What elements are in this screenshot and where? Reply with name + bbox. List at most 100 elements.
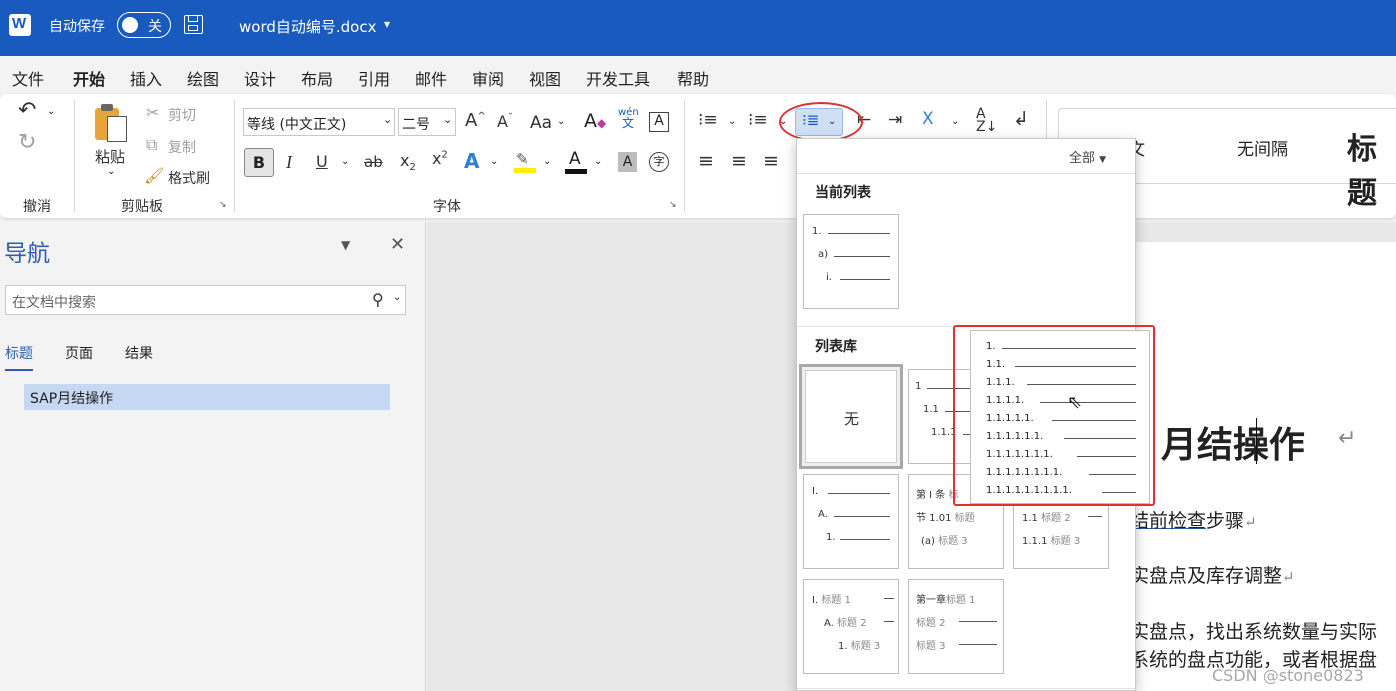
paste-button-label[interactable]: 粘贴: [95, 146, 125, 167]
asian-layout-icon[interactable]: Ⅹ: [922, 109, 934, 129]
align-center-icon[interactable]: ≡: [731, 150, 747, 172]
clipboard-launcher-icon[interactable]: ↘: [219, 200, 227, 210]
dropdown-filter[interactable]: 全部 ▼: [1069, 147, 1106, 166]
tab-layout[interactable]: 布局: [301, 66, 333, 90]
change-case-icon[interactable]: Aa: [530, 113, 552, 133]
level-prefix: 1.1.1: [1022, 536, 1048, 547]
library-item[interactable]: I. A. 1.: [803, 474, 899, 569]
align-right-icon[interactable]: ≡: [763, 150, 779, 172]
save-icon[interactable]: [184, 15, 203, 34]
font-size-select[interactable]: 二号 ⌄: [398, 108, 456, 136]
title-bar: W 自动保存 关 word自动编号.docx ▾: [0, 0, 1396, 56]
filter-label: 全部: [1069, 151, 1096, 166]
search-icon[interactable]: ⚲: [372, 290, 384, 309]
cut-icon: ✂: [146, 103, 160, 122]
nav-heading-item[interactable]: SAP月结操作: [24, 384, 390, 410]
sort-icon[interactable]: A Z↓: [976, 107, 997, 134]
tab-developer[interactable]: 开发工具: [586, 66, 650, 90]
level-prefix: I.: [812, 595, 819, 606]
text-effects-icon[interactable]: A: [464, 149, 479, 173]
autosave-label: 自动保存: [49, 19, 105, 35]
chevron-down-icon[interactable]: ⌄: [951, 116, 959, 127]
doc-line-1: 结前检查步骤↵: [1130, 506, 1257, 533]
level-label: (a) 标题 3: [921, 532, 968, 547]
tab-view[interactable]: 视图: [529, 66, 561, 90]
grow-font-icon[interactable]: A^: [465, 110, 486, 131]
nav-options-icon[interactable]: ▼: [341, 238, 350, 252]
font-size-value: 二号: [402, 117, 430, 133]
tab-review[interactable]: 审阅: [472, 66, 504, 90]
tab-help[interactable]: 帮助: [677, 66, 709, 90]
close-icon[interactable]: ✕: [390, 234, 405, 255]
library-item[interactable]: 第一章标题 1 标题 2 标题 3: [908, 579, 1004, 674]
level-prefix: 第一章: [916, 595, 946, 606]
chevron-down-icon[interactable]: ⌄: [557, 116, 565, 127]
chevron-down-icon[interactable]: ⌄: [594, 156, 602, 167]
chevron-down-icon: ▼: [1099, 155, 1107, 165]
undo-icon[interactable]: ↶: [18, 98, 36, 123]
enclose-characters-icon[interactable]: 字: [649, 152, 669, 172]
chevron-down-icon[interactable]: ⌄: [543, 156, 551, 167]
tab-file[interactable]: 文件: [12, 66, 44, 90]
chevron-down-icon[interactable]: ⌄: [490, 156, 498, 167]
current-list-item[interactable]: 1. a) i.: [803, 214, 899, 309]
underline-button[interactable]: U: [316, 152, 328, 171]
tab-references[interactable]: 引用: [358, 66, 390, 90]
highlight-color-icon[interactable]: ✎: [514, 150, 536, 174]
align-left-icon[interactable]: ≡: [698, 150, 714, 172]
nav-tab-headings[interactable]: 标题: [5, 343, 33, 371]
show-formatting-icon[interactable]: ↲: [1013, 108, 1029, 130]
character-shading-icon[interactable]: A: [618, 152, 637, 172]
tab-design[interactable]: 设计: [244, 66, 276, 90]
superscript-button[interactable]: x2: [432, 149, 448, 168]
doc-link[interactable]: 结前检查: [1130, 510, 1206, 532]
paste-icon[interactable]: [95, 104, 129, 144]
style-heading[interactable]: 标题: [1347, 124, 1396, 212]
numbering-icon[interactable]: ⁝≡: [748, 110, 768, 130]
clear-formatting-icon[interactable]: A◆: [584, 110, 606, 132]
level-tag: 标题 2: [916, 618, 946, 629]
chevron-down-icon[interactable]: ⌄: [728, 116, 736, 127]
nav-tab-pages[interactable]: 页面: [65, 343, 93, 363]
level-tag: 标题 3: [938, 536, 968, 547]
level-label: I.: [812, 486, 819, 497]
shrink-font-icon[interactable]: Aˇ: [497, 112, 513, 131]
chevron-down-icon[interactable]: ⌄: [393, 292, 401, 303]
italic-button[interactable]: I: [286, 152, 292, 173]
undo-chevron-icon[interactable]: ⌄: [47, 106, 55, 117]
bold-button[interactable]: B: [244, 148, 274, 177]
tab-insert[interactable]: 插入: [130, 66, 162, 90]
chevron-down-icon[interactable]: ⌄: [341, 156, 349, 167]
copy-icon: ⧉: [146, 135, 158, 154]
tab-mailings[interactable]: 邮件: [415, 66, 447, 90]
font-launcher-icon[interactable]: ↘: [669, 200, 677, 210]
word-logo-icon[interactable]: W: [9, 14, 31, 36]
format-painter-icon[interactable]: 🖌: [144, 166, 164, 185]
style-no-spacing[interactable]: 无间隔: [1237, 135, 1288, 160]
character-border-icon[interactable]: A: [649, 112, 669, 132]
nav-tab-results[interactable]: 结果: [125, 343, 153, 363]
library-item-none[interactable]: 无: [799, 364, 903, 469]
filename-chevron-icon[interactable]: ▾: [384, 17, 390, 31]
level-label: A.: [818, 509, 828, 520]
document-filename[interactable]: word自动编号.docx: [239, 16, 376, 37]
tab-home[interactable]: 开始: [73, 66, 106, 98]
font-color-icon[interactable]: A: [565, 149, 587, 175]
level-tag: 标题: [954, 513, 975, 524]
strikethrough-button[interactable]: ab: [364, 153, 383, 171]
phonetic-guide-icon[interactable]: wén 文: [618, 107, 639, 130]
format-painter-label[interactable]: 格式刷: [168, 168, 210, 188]
level-prefix: 第 Ⅰ 条: [916, 490, 946, 501]
font-name-select[interactable]: 等线 (中文正文) ⌄: [243, 108, 395, 136]
bullets-icon[interactable]: ⁝≡: [698, 110, 718, 130]
mouse-pointer-icon: ⇖: [1067, 392, 1083, 413]
nav-search-box[interactable]: 在文档中搜索 ⚲ ⌄: [5, 285, 406, 315]
autosave-toggle[interactable]: 关: [117, 12, 171, 38]
level-tag: 标题 3: [850, 641, 881, 652]
search-input[interactable]: 在文档中搜索: [12, 292, 96, 312]
paste-chevron-icon[interactable]: ⌄: [107, 166, 115, 177]
subscript-button[interactable]: x2: [400, 151, 416, 173]
increase-indent-icon[interactable]: ⇥: [888, 110, 902, 130]
tab-draw[interactable]: 绘图: [187, 66, 219, 90]
library-item[interactable]: I. 标题 1 A. 标题 2 1. 标题 3: [803, 579, 899, 674]
